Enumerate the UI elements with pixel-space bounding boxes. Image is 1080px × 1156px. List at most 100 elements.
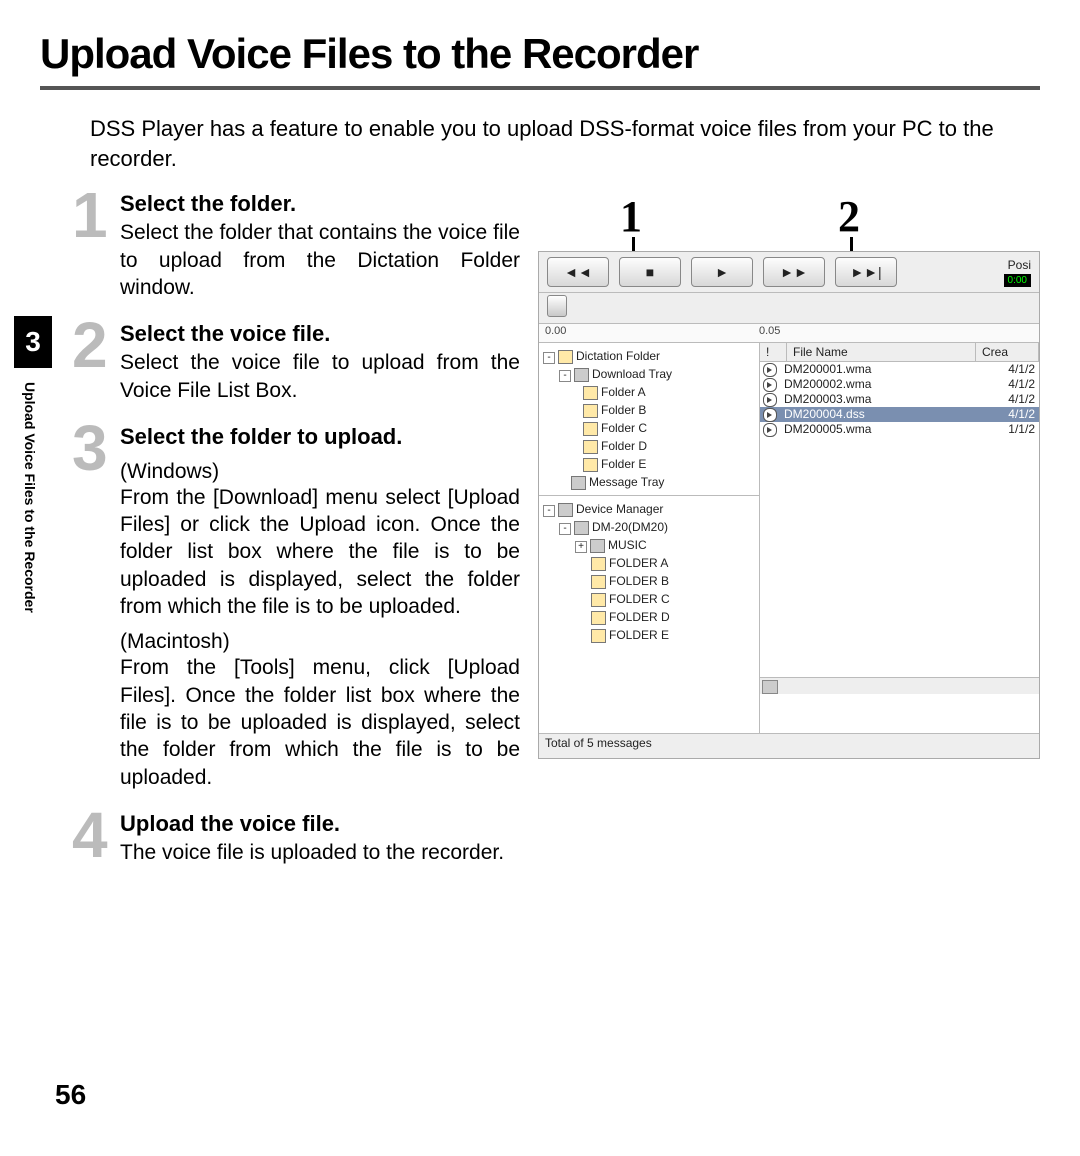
folder-icon — [591, 575, 606, 589]
tree-item[interactable]: MUSIC — [608, 538, 647, 552]
tree-item[interactable]: FOLDER D — [609, 610, 670, 624]
tree-item[interactable]: Folder E — [601, 457, 646, 471]
callout-row: 1 2 — [520, 191, 1040, 251]
file-row[interactable]: DM200004.dss4/1/2 — [760, 407, 1039, 422]
tree-item[interactable]: Folder D — [601, 439, 647, 453]
music-icon — [590, 539, 605, 553]
folder-icon — [583, 386, 598, 400]
tray-icon — [571, 476, 586, 490]
seek-handle[interactable] — [547, 295, 567, 317]
title-rule — [40, 86, 1040, 90]
tree-item[interactable]: FOLDER C — [609, 592, 670, 606]
step-number: 1 — [72, 183, 108, 247]
step-number: 3 — [72, 416, 108, 480]
dictation-tree: -Dictation Folder -Download Tray Folder … — [539, 343, 759, 495]
tree-root[interactable]: Dictation Folder — [576, 349, 660, 363]
collapse-icon[interactable]: - — [543, 505, 555, 517]
app-screenshot: ◄◄ ■ ► ►► ►►| Posi 0:00 0.00 0.05 — [538, 251, 1040, 759]
step-body: Select the folder that contains the voic… — [120, 219, 520, 301]
callout-number-1: 1 — [620, 191, 642, 242]
folder-icon — [583, 440, 598, 454]
step-body: From the [Download] menu select [Upload … — [120, 484, 520, 620]
list-header: ! File Name Crea — [760, 343, 1039, 362]
step-body: Select the voice file to upload from the… — [120, 349, 520, 404]
tree-item[interactable]: DM-20(DM20) — [592, 520, 668, 534]
folder-icon — [583, 422, 598, 436]
scroll-thumb[interactable] — [762, 680, 778, 694]
forward-button[interactable]: ►► — [763, 257, 825, 287]
screenshot-column: 1 2 ◄◄ ■ ► ►► ►►| Posi 0:00 — [520, 191, 1040, 886]
rewind-button[interactable]: ◄◄ — [547, 257, 609, 287]
file-date: 4/1/2 — [985, 407, 1039, 422]
skip-end-button[interactable]: ►►| — [835, 257, 897, 287]
position-indicator: Posi 0:00 — [1004, 258, 1031, 287]
tree-item[interactable]: FOLDER B — [609, 574, 669, 588]
intro-text: DSS Player has a feature to enable you t… — [40, 114, 1040, 173]
file-row[interactable]: DM200005.wma1/1/2 — [760, 422, 1039, 437]
audio-file-icon — [763, 363, 777, 377]
time-ruler: 0.00 0.05 — [539, 324, 1039, 343]
tray-icon — [574, 368, 589, 382]
folder-icon — [591, 611, 606, 625]
callout-number-2: 2 — [838, 191, 860, 242]
file-row[interactable]: DM200002.wma4/1/2 — [760, 377, 1039, 392]
audio-file-icon — [763, 408, 777, 422]
folder-icon — [583, 404, 598, 418]
tree-root[interactable]: Device Manager — [576, 502, 663, 516]
file-list-pane: ! File Name Crea DM200001.wma4/1/2DM2000… — [760, 343, 1039, 733]
collapse-icon[interactable]: - — [559, 370, 571, 382]
page-number: 56 — [55, 1079, 86, 1111]
steps-column: 1 Select the folder. Select the folder t… — [40, 191, 520, 886]
seek-slider-row — [539, 293, 1039, 324]
file-row[interactable]: DM200001.wma4/1/2 — [760, 362, 1039, 377]
ruler-tick: 0.05 — [759, 325, 780, 337]
tree-item[interactable]: FOLDER E — [609, 628, 669, 642]
folder-tree-pane: -Dictation Folder -Download Tray Folder … — [539, 343, 760, 733]
step-number: 4 — [72, 803, 108, 867]
tree-item[interactable]: Folder C — [601, 421, 647, 435]
step-title: Select the folder to upload. — [120, 424, 520, 450]
step-3: 3 Select the folder to upload. (Windows)… — [90, 424, 520, 791]
audio-file-icon — [763, 378, 777, 392]
step-number: 2 — [72, 313, 108, 377]
collapse-icon[interactable]: - — [543, 352, 555, 364]
step-1: 1 Select the folder. Select the folder t… — [90, 191, 520, 301]
folder-icon — [591, 557, 606, 571]
stop-button[interactable]: ■ — [619, 257, 681, 287]
tree-item[interactable]: Message Tray — [589, 475, 664, 489]
file-name: DM200002.wma — [782, 377, 985, 392]
step-title: Select the folder. — [120, 191, 520, 217]
tree-item[interactable]: Folder A — [601, 385, 646, 399]
device-icon — [558, 503, 573, 517]
file-name: DM200005.wma — [782, 422, 985, 437]
col-filename[interactable]: File Name — [787, 343, 976, 361]
play-button[interactable]: ► — [691, 257, 753, 287]
folder-icon — [591, 629, 606, 643]
file-date: 4/1/2 — [985, 362, 1039, 377]
file-name: DM200003.wma — [782, 392, 985, 407]
file-name: DM200004.dss — [782, 407, 985, 422]
platform-label: (Windows) — [120, 460, 520, 484]
tree-item[interactable]: FOLDER A — [609, 556, 668, 570]
expand-icon[interactable]: + — [575, 541, 587, 553]
tree-item[interactable]: Download Tray — [592, 367, 672, 381]
folder-icon — [591, 593, 606, 607]
col-created[interactable]: Crea — [976, 343, 1039, 361]
chapter-tab: 3 — [14, 316, 52, 368]
folder-icon — [558, 350, 573, 364]
position-label: Posi — [1008, 258, 1031, 272]
folder-icon — [583, 458, 598, 472]
horizontal-scrollbar[interactable] — [760, 677, 1039, 694]
audio-file-icon — [763, 423, 777, 437]
col-priority[interactable]: ! — [760, 343, 787, 361]
tree-item[interactable]: Folder B — [601, 403, 646, 417]
collapse-icon[interactable]: - — [559, 523, 571, 535]
file-row[interactable]: DM200003.wma4/1/2 — [760, 392, 1039, 407]
file-date: 4/1/2 — [985, 392, 1039, 407]
player-toolbar: ◄◄ ■ ► ►► ►►| Posi 0:00 — [539, 252, 1039, 293]
file-name: DM200001.wma — [782, 362, 985, 377]
device-tree: -Device Manager -DM-20(DM20) +MUSIC FOLD… — [539, 495, 759, 684]
step-title: Upload the voice file. — [120, 811, 520, 837]
audio-file-icon — [763, 393, 777, 407]
step-2: 2 Select the voice file. Select the voic… — [90, 321, 520, 404]
